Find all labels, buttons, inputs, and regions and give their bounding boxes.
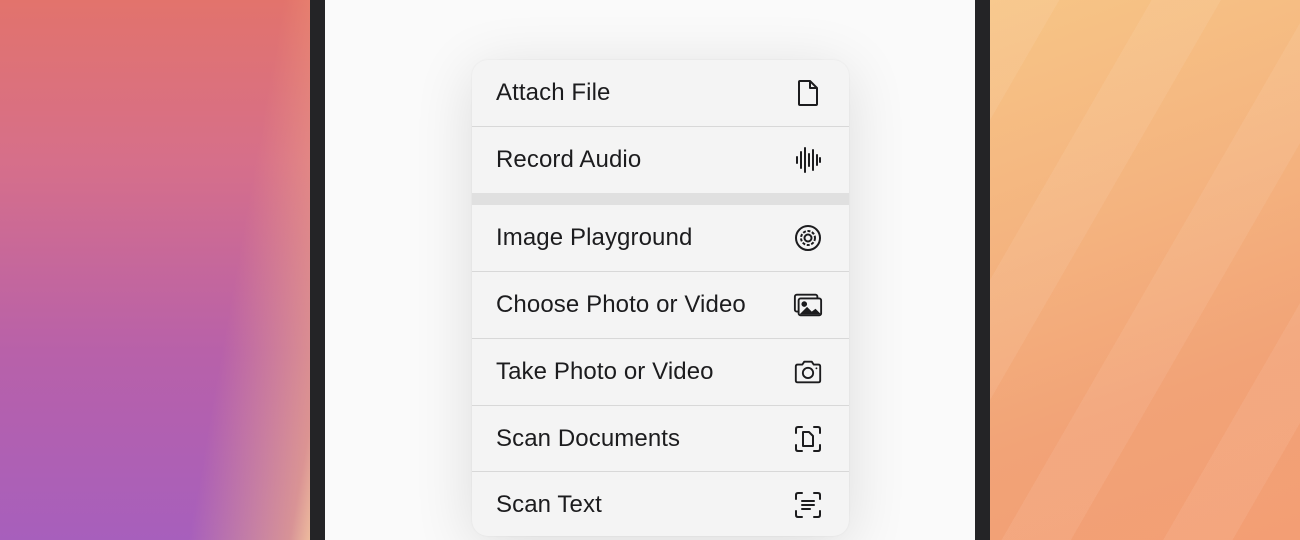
wallpaper-left <box>0 0 310 540</box>
doc-icon <box>793 78 823 108</box>
menu-item-attach-file[interactable]: Attach File <box>472 60 849 126</box>
image-playground-icon <box>793 223 823 253</box>
menu-item-label: Attach File <box>496 79 611 106</box>
group-separator <box>472 193 849 205</box>
menu-item-label: Record Audio <box>496 146 642 173</box>
menu-item-choose-photo-or-video[interactable]: Choose Photo or Video <box>472 272 849 338</box>
menu-item-record-audio[interactable]: Record Audio <box>472 127 849 193</box>
doc-viewfinder-icon <box>793 424 823 454</box>
menu-item-scan-text[interactable]: Scan Text <box>472 472 849 536</box>
menu-item-take-photo-or-video[interactable]: Take Photo or Video <box>472 339 849 405</box>
wallpaper-right <box>990 0 1300 540</box>
menu-item-image-playground[interactable]: Image Playground <box>472 205 849 271</box>
attachment-menu: Attach File Record Audio Image Playgroun… <box>472 60 849 536</box>
menu-item-label: Take Photo or Video <box>496 358 714 385</box>
menu-item-scan-documents[interactable]: Scan Documents <box>472 406 849 472</box>
camera-icon <box>793 357 823 387</box>
menu-item-label: Choose Photo or Video <box>496 291 746 318</box>
text-viewfinder-icon <box>793 490 823 520</box>
photo-library-icon <box>793 290 823 320</box>
menu-item-label: Scan Text <box>496 491 602 518</box>
waveform-icon <box>793 145 823 175</box>
menu-item-label: Image Playground <box>496 224 693 251</box>
menu-item-label: Scan Documents <box>496 425 681 452</box>
